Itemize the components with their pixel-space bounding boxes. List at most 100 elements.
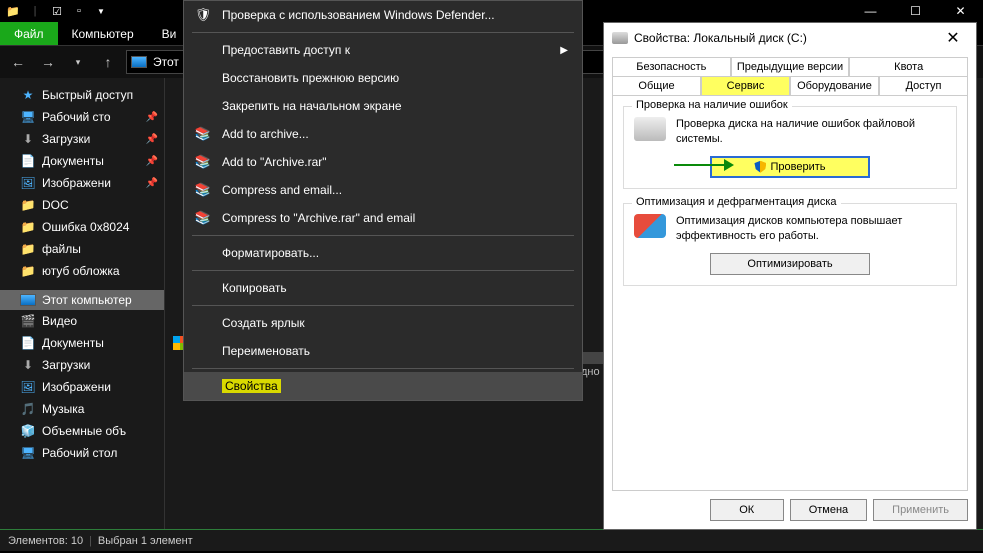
tab-general[interactable]: Общие [612, 76, 701, 95]
ok-button[interactable]: ОК [710, 499, 784, 521]
quick-access-toolbar: 📁 | ☑ ▫ ▼ [0, 2, 110, 20]
menu-item[interactable]: Свойства [184, 372, 582, 400]
pin-icon: 📌 [146, 134, 158, 145]
thispc-item[interactable]: Этот компьютер [0, 290, 164, 310]
tab-file[interactable]: Файл [0, 22, 58, 45]
menu-item[interactable]: 📚 Compress to "Archive.rar" and email [184, 204, 582, 232]
sidebar-item[interactable]: ⬇Загрузки📌 [0, 128, 164, 150]
folder-icon: 📁 [4, 2, 22, 20]
menu-separator [192, 368, 574, 369]
back-button[interactable]: ← [6, 50, 30, 74]
menu-separator [192, 305, 574, 306]
menu-item-icon [194, 377, 212, 395]
sidebar-item-label: Изображени [42, 380, 111, 394]
menu-item[interactable]: Переименовать [184, 337, 582, 365]
tab-sharing[interactable]: Доступ [879, 76, 968, 95]
menu-item[interactable]: 📚Add to archive... [184, 120, 582, 148]
sidebar-item-label: Загрузки [42, 132, 90, 146]
menu-item[interactable]: Форматировать... [184, 239, 582, 267]
menu-item[interactable]: 📚Compress and email... [184, 176, 582, 204]
submenu-arrow-icon: ▶ [560, 45, 568, 56]
menu-item-label: Создать ярлык [222, 316, 305, 330]
minimize-button[interactable]: — [848, 0, 893, 22]
menu-item-label: Проверка с использованием Windows Defend… [222, 8, 495, 22]
tab-quota[interactable]: Квота [849, 57, 968, 76]
menu-item-icon: 📚 [194, 181, 212, 199]
sidebar-item[interactable]: 🖼 Изображени [0, 376, 164, 398]
sidebar-item[interactable]: 🎵Музыка [0, 398, 164, 420]
menu-item[interactable]: Создать ярлык [184, 309, 582, 337]
star-icon: ★ [20, 87, 36, 103]
sidebar-item[interactable]: 📄Документы [0, 332, 164, 354]
check-button[interactable]: Проверить [710, 156, 870, 178]
newfolder-icon[interactable]: ▫ [70, 2, 88, 20]
sidebar-item-label: Объемные объ [42, 424, 126, 438]
pin-icon: 📌 [146, 178, 158, 189]
sidebar-item[interactable]: 🖼Изображени📌 [0, 172, 164, 194]
group-text: Оптимизация дисков компьютера повышает э… [676, 214, 946, 245]
tab-security[interactable]: Безопасность [612, 57, 731, 76]
menu-item-label: Add to "Archive.rar" [222, 155, 327, 169]
menu-item[interactable]: Предоставить доступ к▶ [184, 36, 582, 64]
window-controls: — ☐ ✕ [848, 0, 983, 22]
maximize-button[interactable]: ☐ [893, 0, 938, 22]
forward-button[interactable]: → [36, 50, 60, 74]
qat-menu-icon[interactable]: ▼ [92, 2, 110, 20]
sidebar-item-label: Рабочий стол [42, 446, 117, 460]
menu-item-icon [194, 314, 212, 332]
sidebar-item-label: DOC [42, 198, 69, 212]
tab-previous[interactable]: Предыдущие версии [731, 57, 850, 76]
menu-item-icon: 📚 [194, 209, 212, 227]
sidebar-item[interactable]: 🖥 Рабочий стол [0, 442, 164, 464]
sidebar-item[interactable]: 🧊Объемные объ [0, 420, 164, 442]
menu-item-icon [194, 69, 212, 87]
menu-item[interactable]: 🛡Проверка с использованием Windows Defen… [184, 1, 582, 29]
dialog-close-button[interactable]: ✕ [938, 28, 968, 48]
sidebar-item-label: Загрузки [42, 358, 90, 372]
quick-access[interactable]: ★ Быстрый доступ [0, 84, 164, 106]
status-bar: Элементов: 10 | Выбран 1 элемент [0, 529, 983, 551]
tab-hardware[interactable]: Оборудование [790, 76, 879, 95]
menu-item-icon [194, 244, 212, 262]
folder-icon: 📄 [20, 335, 36, 351]
tab-panel-tools: Проверка на наличие ошибок Проверка диск… [612, 95, 968, 491]
menu-item[interactable]: Восстановить прежнюю версию [184, 64, 582, 92]
sidebar-item[interactable]: 🎬Видео [0, 310, 164, 332]
tab-computer[interactable]: Компьютер [58, 22, 148, 45]
menu-item-label: Восстановить прежнюю версию [222, 71, 399, 85]
sidebar-item[interactable]: ⬇Загрузки [0, 354, 164, 376]
thispc-label: Этот компьютер [42, 293, 132, 307]
sidebar-item-label: Рабочий сто [42, 110, 111, 124]
optimize-button[interactable]: Оптимизировать [710, 253, 870, 275]
menu-item-label: Compress to "Archive.rar" and email [222, 211, 415, 225]
apply-button[interactable]: Применить [873, 499, 968, 521]
dialog-tabs: Безопасность Предыдущие версии Квота Общ… [612, 57, 968, 95]
menu-item[interactable]: Закрепить на начальном экране [184, 92, 582, 120]
menu-item-icon [194, 41, 212, 59]
folder-icon: 🖥 [20, 445, 36, 461]
folder-icon: 📁 [20, 197, 36, 213]
close-button[interactable]: ✕ [938, 0, 983, 22]
menu-item[interactable]: Копировать [184, 274, 582, 302]
properties-icon[interactable]: ☑ [48, 2, 66, 20]
menu-item-icon [194, 97, 212, 115]
cancel-button[interactable]: Отмена [790, 499, 867, 521]
sidebar-item[interactable]: 📁 DOC [0, 194, 164, 216]
annotation-arrow [674, 160, 734, 170]
nav-pane[interactable]: ★ Быстрый доступ 🖥Рабочий сто📌⬇Загрузки📌… [0, 78, 165, 529]
folder-icon: 🖼 [20, 379, 36, 395]
sidebar-item[interactable]: 🖥Рабочий сто📌 [0, 106, 164, 128]
folder-icon: 🎵 [20, 401, 36, 417]
tab-tools[interactable]: Сервис [701, 76, 790, 95]
folder-icon: 📁 [20, 263, 36, 279]
sidebar-item[interactable]: 📄Документы📌 [0, 150, 164, 172]
sidebar-item[interactable]: 📁ютуб обложка [0, 260, 164, 282]
sidebar-item-label: Документы [42, 154, 104, 168]
menu-item[interactable]: 📚Add to "Archive.rar" [184, 148, 582, 176]
sidebar-item[interactable]: 📁файлы [0, 238, 164, 260]
history-dropdown[interactable]: ▾ [66, 50, 90, 74]
up-button[interactable]: ↑ [96, 50, 120, 74]
sidebar-item[interactable]: 📁Ошибка 0x8024 [0, 216, 164, 238]
folder-icon: 🎬 [20, 313, 36, 329]
dialog-titlebar[interactable]: Свойства: Локальный диск (C:) ✕ [604, 23, 976, 53]
